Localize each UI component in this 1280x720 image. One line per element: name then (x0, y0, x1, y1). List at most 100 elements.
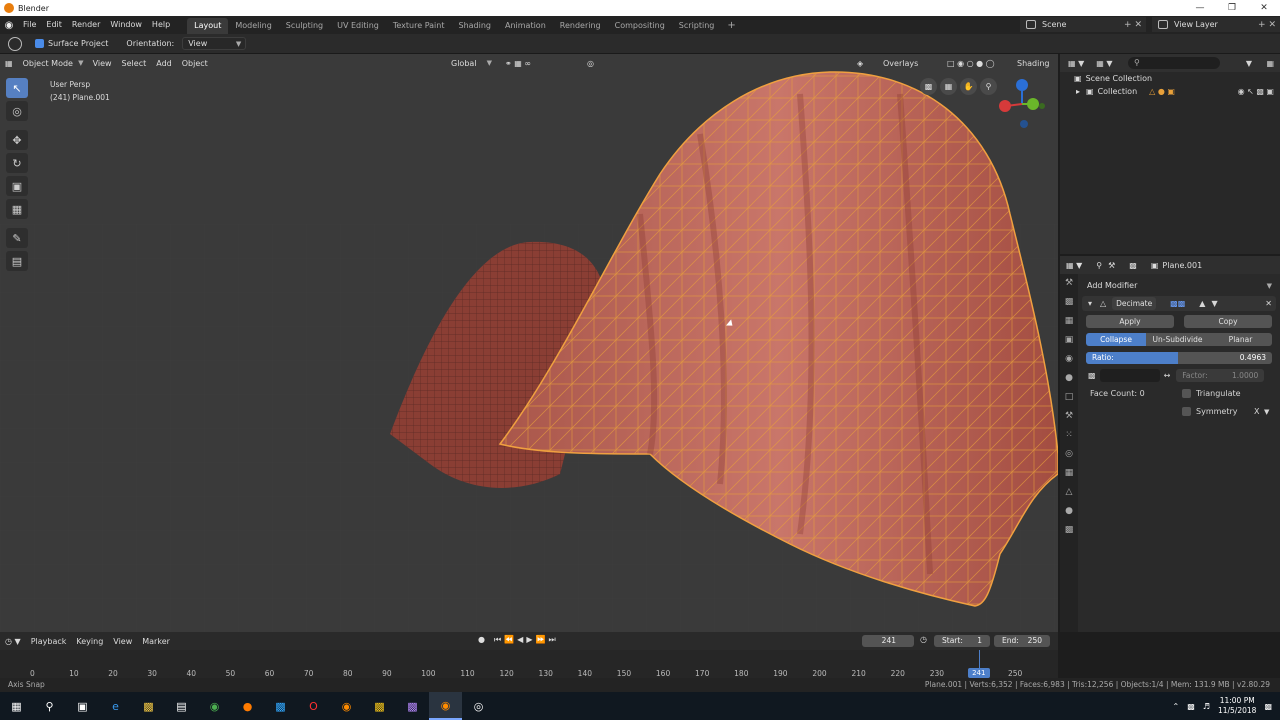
mode-dropdown[interactable]: Object Mode ▼ (18, 57, 88, 70)
menu-view[interactable]: View (88, 59, 117, 68)
outliner-collection[interactable]: ▸ ▣ Collection △ ● ▣ ◉ ↖ ▩ ▣ (1060, 85, 1280, 98)
menu-render[interactable]: Render (67, 16, 105, 34)
material-tab-icon[interactable]: ● (1060, 502, 1078, 521)
ratio-slider[interactable]: Ratio: 0.4963 (1086, 351, 1272, 364)
symmetry-axis-dropdown[interactable]: X (1254, 407, 1259, 416)
tab-compositing[interactable]: Compositing (608, 18, 672, 34)
timeline-ruler[interactable]: 0 10 20 30 40 50 60 70 80 90 100 110 120 130 140 150 160… (0, 650, 1058, 678)
add-modifier-dropdown[interactable]: Add Modifier ▼ (1082, 279, 1276, 292)
expand-arrow-icon[interactable]: ▸ (1076, 87, 1080, 96)
notifications-icon[interactable]: ▩ (1264, 702, 1272, 711)
measure-tool[interactable]: ▤ (6, 251, 28, 271)
constraints-tab-icon[interactable]: ▦ (1060, 464, 1078, 483)
visibility-toggles[interactable]: ◉ ↖ ▩ ▣ (1238, 87, 1274, 96)
view-layer-tab-icon[interactable]: ▣ (1060, 331, 1078, 350)
outliner-scene-collection[interactable]: ▣ Scene Collection (1060, 72, 1280, 85)
invert-arrows-icon[interactable]: ↔ (1164, 371, 1171, 380)
tab-texture-paint[interactable]: Texture Paint (386, 18, 452, 34)
editor-type-icon[interactable]: ▦ ▼ (1066, 261, 1082, 270)
editor-type-icon[interactable]: ◷ ▼ (0, 637, 26, 646)
object-tab-icon[interactable]: □ (1060, 388, 1078, 407)
surface-project-checkbox[interactable] (35, 39, 44, 48)
move-down-icon[interactable]: ▼ (1211, 299, 1217, 308)
modifier-name-field[interactable]: Decimate (1112, 297, 1157, 310)
obs-icon[interactable]: ◎ (462, 692, 495, 720)
particles-tab-icon[interactable]: ⁙ (1060, 426, 1078, 445)
editor-type-icon[interactable]: ▦ (0, 59, 18, 68)
vertex-group-field[interactable] (1099, 369, 1160, 382)
collapse-arrow-icon[interactable]: ▾ (1088, 299, 1092, 308)
add-workspace-icon[interactable]: + (721, 18, 741, 34)
end-frame-field[interactable]: End: 250 (994, 635, 1050, 647)
snap-icon[interactable]: ⚭ ▦ ∞ (500, 59, 536, 68)
scene-tab-icon[interactable]: ◉ (1060, 350, 1078, 369)
volume-icon[interactable]: ♬ (1203, 702, 1210, 711)
file-explorer-icon[interactable]: ▩ (132, 692, 165, 720)
play-icon[interactable]: ▶ (526, 635, 532, 645)
menu-marker[interactable]: Marker (137, 637, 175, 646)
store-icon[interactable]: ▤ (165, 692, 198, 720)
data-tab-icon[interactable]: △ (1060, 483, 1078, 502)
modifier-tab-icon[interactable]: ⚒ (1060, 407, 1078, 426)
overlays-toggle[interactable]: Overlays (878, 59, 923, 68)
menu-playback[interactable]: Playback (26, 637, 72, 646)
mode-planar-button[interactable]: Planar (1209, 333, 1272, 346)
menu-add[interactable]: Add (151, 59, 177, 68)
next-keyframe-icon[interactable]: ⏩ (535, 635, 545, 645)
transform-tool[interactable]: ▦ (6, 199, 28, 219)
menu-select[interactable]: Select (117, 59, 152, 68)
task-view-icon[interactable]: ▣ (66, 692, 99, 720)
clock-icon[interactable]: ◷ (920, 635, 927, 644)
camera-view-icon[interactable]: ▩ (920, 78, 937, 95)
display-mode-icon[interactable]: ▦ ▼ (1096, 59, 1112, 68)
start-frame-field[interactable]: Start: 1 (934, 635, 990, 647)
view-layer-selector[interactable]: View Layer + ✕ (1152, 17, 1280, 32)
jump-start-icon[interactable]: ⏮ (494, 635, 501, 645)
tab-sculpting[interactable]: Sculpting (279, 18, 330, 34)
tab-rendering[interactable]: Rendering (553, 18, 608, 34)
symmetry-checkbox[interactable] (1182, 407, 1191, 416)
menu-file[interactable]: File (18, 16, 41, 34)
proportional-edit-icon[interactable]: ◎ (582, 59, 599, 68)
tab-animation[interactable]: Animation (498, 18, 553, 34)
photoshop-icon[interactable]: ▩ (264, 692, 297, 720)
opera-icon[interactable]: O (297, 692, 330, 720)
chrome-icon[interactable]: ◉ (198, 692, 231, 720)
search-icon[interactable]: ⚲ (33, 692, 66, 720)
world-tab-icon[interactable]: ● (1060, 369, 1078, 388)
scene-selector[interactable]: Scene + ✕ (1020, 17, 1146, 32)
firefox-icon[interactable]: ● (231, 692, 264, 720)
physics-tab-icon[interactable]: ◎ (1060, 445, 1078, 464)
rotate-tool[interactable]: ↻ (6, 153, 28, 173)
tab-uv-editing[interactable]: UV Editing (330, 18, 386, 34)
menu-object[interactable]: Object (177, 59, 213, 68)
3d-viewport[interactable]: ▦ Object Mode ▼ View Select Add Object G… (0, 54, 1058, 632)
annotate-tool[interactable]: ✎ (6, 228, 28, 248)
network-icon[interactable]: ▩ (1187, 702, 1195, 711)
filter-icon[interactable]: ▼ (1246, 59, 1252, 68)
edge-browser-icon[interactable]: e (99, 692, 132, 720)
tool-tab-icon[interactable]: ⚒ (1060, 274, 1078, 293)
tab-scripting[interactable]: Scripting (672, 18, 722, 34)
new-collection-icon[interactable]: ▦ (1266, 59, 1274, 68)
cursor-tool[interactable]: ◎ (6, 101, 28, 121)
outliner-search-input[interactable]: ⚲ (1128, 57, 1220, 69)
move-tool[interactable]: ✥ (6, 130, 28, 150)
blender-taskbar-icon[interactable]: ◉ (330, 692, 363, 720)
windows-start-icon[interactable]: ▦ (0, 692, 33, 720)
pan-hand-icon[interactable]: ✋ (960, 78, 977, 95)
tab-layout[interactable]: Layout (187, 18, 229, 34)
blender-menu-icon[interactable]: ◉ (0, 20, 18, 31)
triangulate-checkbox[interactable] (1182, 389, 1191, 398)
output-tab-icon[interactable]: ▦ (1060, 312, 1078, 331)
tab-shading[interactable]: Shading (451, 18, 498, 34)
blender-active-icon[interactable]: ◉ (429, 692, 462, 720)
minimize-icon[interactable]: — (1184, 0, 1216, 16)
view-layer-buttons[interactable]: + ✕ (1258, 20, 1276, 30)
shading-dropdown[interactable]: Shading (1012, 59, 1055, 68)
app-yellow-icon[interactable]: ▩ (363, 692, 396, 720)
restore-icon[interactable]: ❐ (1216, 0, 1248, 16)
tab-modeling[interactable]: Modeling (228, 18, 278, 34)
mode-unsubdivide-button[interactable]: Un-Subdivide (1146, 333, 1209, 346)
transform-orientation-dropdown[interactable]: Global ▼ (446, 57, 496, 70)
